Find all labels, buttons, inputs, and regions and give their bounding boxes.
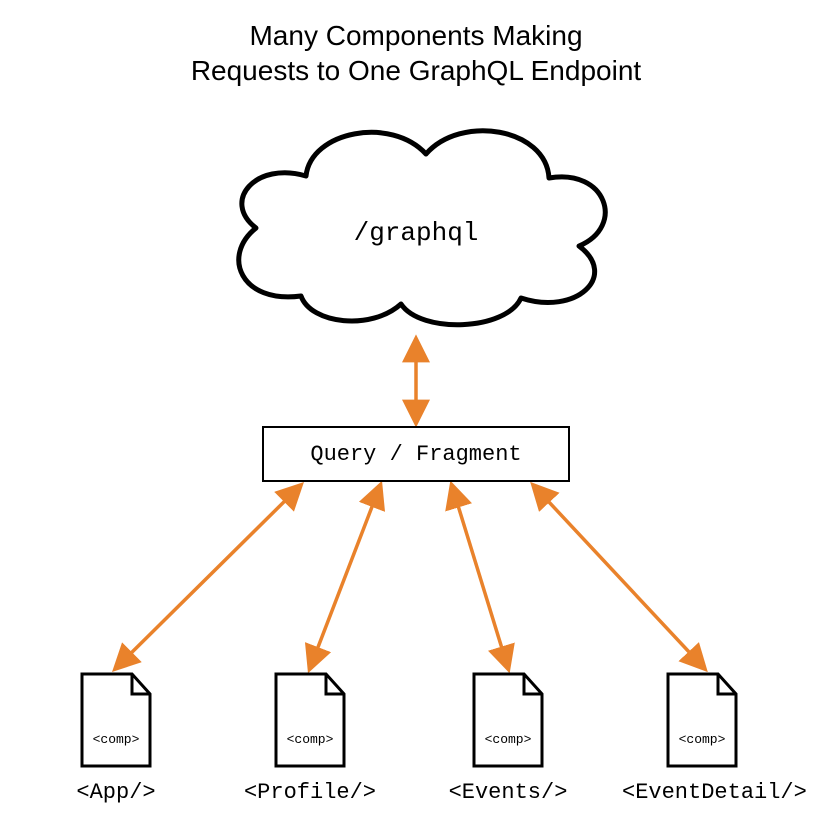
component-eventdetail: <comp> <EventDetail/> — [622, 670, 782, 805]
component-caption: <Profile/> — [230, 780, 390, 805]
component-events: <comp> <Events/> — [428, 670, 588, 805]
arrow-query-events — [452, 486, 508, 668]
file-icon — [662, 670, 742, 770]
query-fragment-label: Query / Fragment — [310, 442, 521, 467]
file-icon — [270, 670, 350, 770]
component-caption: <EventDetail/> — [622, 780, 782, 805]
title-line-2: Requests to One GraphQL Endpoint — [191, 55, 641, 86]
file-inner-label: <comp> — [468, 732, 548, 747]
component-caption: <App/> — [36, 780, 196, 805]
file-inner-label: <comp> — [270, 732, 350, 747]
file-inner-label: <comp> — [76, 732, 156, 747]
arrow-query-eventdetail — [534, 486, 704, 668]
query-fragment-box: Query / Fragment — [262, 426, 570, 482]
file-icon — [468, 670, 548, 770]
title-line-1: Many Components Making — [249, 20, 582, 51]
file-icon — [76, 670, 156, 770]
component-profile: <comp> <Profile/> — [230, 670, 390, 805]
diagram-title: Many Components Making Requests to One G… — [0, 18, 832, 88]
arrow-query-app — [116, 486, 300, 668]
file-inner-label: <comp> — [662, 732, 742, 747]
component-caption: <Events/> — [428, 780, 588, 805]
component-app: <comp> <App/> — [36, 670, 196, 805]
arrow-query-profile — [310, 486, 380, 668]
cloud-label: /graphql — [354, 218, 479, 248]
